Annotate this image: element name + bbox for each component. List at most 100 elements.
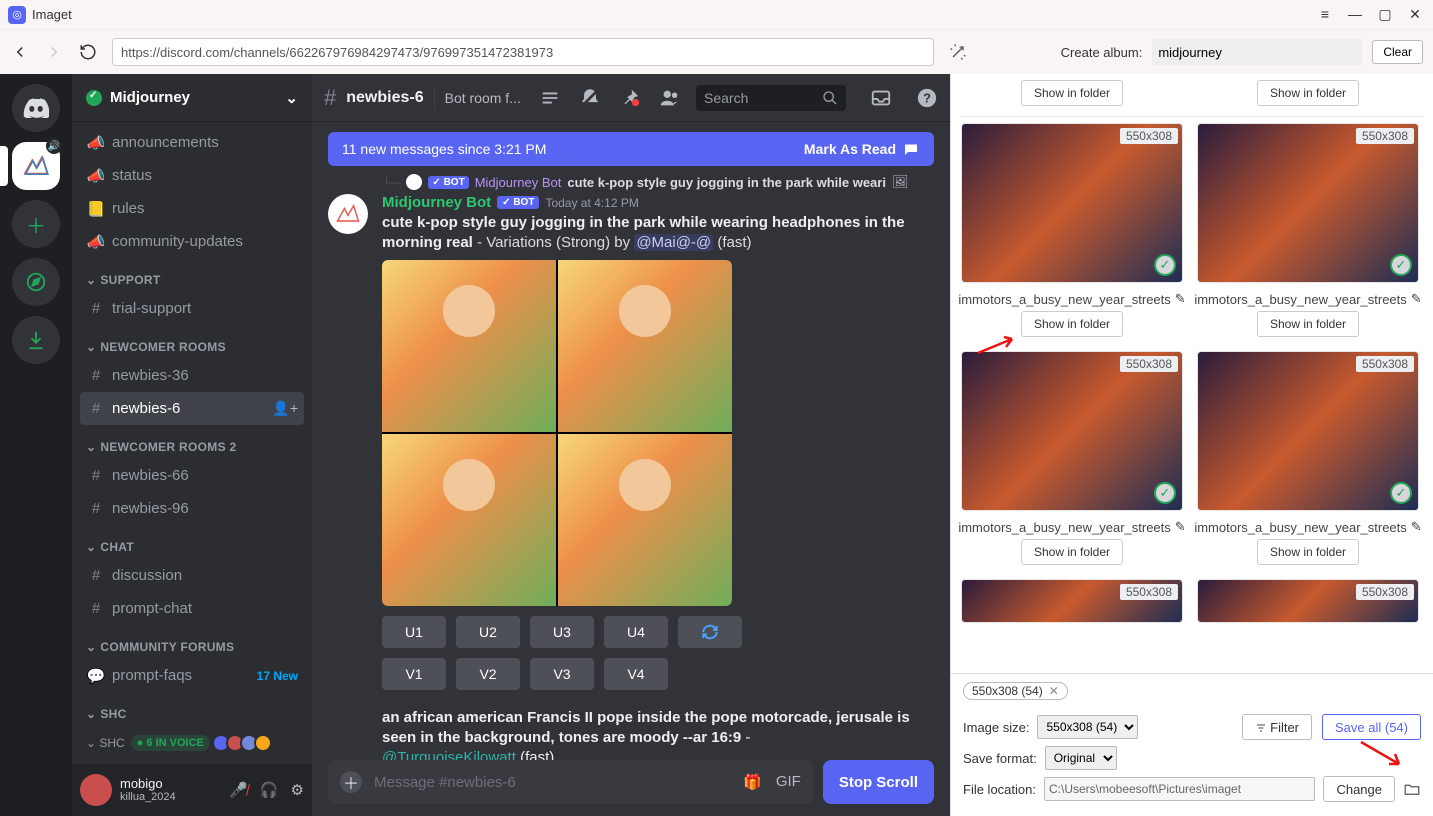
check-icon[interactable]: ✓ <box>1390 254 1412 276</box>
category-header[interactable]: ⌄NEWCOMER ROOMS <box>80 335 304 359</box>
change-button[interactable]: Change <box>1323 776 1395 802</box>
threads-icon[interactable] <box>539 87 561 109</box>
notification-mute-icon[interactable] <box>579 87 601 109</box>
user-mention[interactable]: @Mai@-@ <box>634 234 713 251</box>
file-location-input[interactable] <box>1044 777 1315 801</box>
gif-icon[interactable]: GIF <box>776 773 801 791</box>
mark-as-read[interactable]: Mark As Read <box>804 141 896 157</box>
user-mention-2[interactable]: @TurquoiseKilowatt <box>382 749 516 760</box>
channel-announcements[interactable]: 📣announcements <box>80 126 304 159</box>
channel-rules[interactable]: 📒rules <box>80 192 304 225</box>
image-size-select[interactable]: 550x308 (54) <box>1037 715 1138 739</box>
mic-mute-icon[interactable]: 🎤̸ <box>229 781 248 799</box>
explore-button[interactable] <box>12 258 60 306</box>
check-icon[interactable]: ✓ <box>1154 254 1176 276</box>
filter-button[interactable]: Filter <box>1242 714 1313 740</box>
thumbnail-image[interactable]: 550x308✓ <box>961 123 1183 283</box>
forward-button[interactable] <box>44 42 64 62</box>
edit-icon[interactable]: ✎ <box>1411 291 1422 307</box>
channel-newbies-36[interactable]: #newbies-36 <box>80 359 304 392</box>
check-icon[interactable]: ✓ <box>1154 482 1176 504</box>
midjourney-server-button[interactable]: 🔊 <box>12 142 60 190</box>
image-grid[interactable] <box>382 260 732 606</box>
reroll-button[interactable] <box>678 616 742 648</box>
thumbnail-image[interactable]: 550x308✓ <box>1197 351 1419 511</box>
show-in-folder-button[interactable]: Show in folder <box>1021 80 1123 106</box>
settings-gear-icon[interactable]: ⚙ <box>291 781 304 799</box>
close-button[interactable]: ✕ <box>1405 6 1425 23</box>
upscale-U1[interactable]: U1 <box>382 616 446 648</box>
check-icon[interactable]: ✓ <box>1390 482 1412 504</box>
download-button[interactable] <box>12 316 60 364</box>
headphones-icon[interactable]: 🎧 <box>260 781 279 799</box>
channel-trial-support[interactable]: #trial-support <box>80 292 304 325</box>
variation-V4[interactable]: V4 <box>604 658 668 690</box>
pin-icon[interactable] <box>619 87 641 109</box>
channel-newbies-96[interactable]: #newbies-96 <box>80 492 304 525</box>
show-in-folder-button[interactable]: Show in folder <box>1021 539 1123 565</box>
show-in-folder-button[interactable]: Show in folder <box>1257 539 1359 565</box>
maximize-button[interactable]: ▢ <box>1375 6 1395 23</box>
minimize-button[interactable]: — <box>1345 6 1365 23</box>
category-header[interactable]: ⌄NEWCOMER ROOMS 2 <box>80 435 304 459</box>
save-format-select[interactable]: Original <box>1045 746 1117 770</box>
save-all-button[interactable]: Save all (54) <box>1322 714 1421 740</box>
variation-V2[interactable]: V2 <box>456 658 520 690</box>
chat-body[interactable]: 11 new messages since 3:21 PM Mark As Re… <box>312 122 950 760</box>
thumbnail-image[interactable]: 550x308✓ <box>961 351 1183 511</box>
message-author[interactable]: Midjourney Bot <box>382 194 491 211</box>
upscale-U3[interactable]: U3 <box>530 616 594 648</box>
size-chip[interactable]: 550x308 (54)✕ <box>963 682 1068 700</box>
edit-icon[interactable]: ✎ <box>1175 519 1186 535</box>
show-in-folder-button[interactable]: Show in folder <box>1021 311 1123 337</box>
upscale-U2[interactable]: U2 <box>456 616 520 648</box>
variation-V3[interactable]: V3 <box>530 658 594 690</box>
inbox-icon[interactable] <box>870 87 892 109</box>
album-input[interactable] <box>1152 39 1362 65</box>
members-icon[interactable] <box>659 87 681 109</box>
url-bar[interactable]: https://discord.com/channels/66226797698… <box>112 38 934 66</box>
user-avatar[interactable] <box>80 774 112 806</box>
upscale-U4[interactable]: U4 <box>604 616 668 648</box>
channel-discussion[interactable]: #discussion <box>80 559 304 592</box>
stop-scroll-button[interactable]: Stop Scroll <box>823 760 934 804</box>
message-input[interactable]: ＋ Message #newbies-6 🎁 GIF <box>328 760 813 804</box>
chip-close-icon[interactable]: ✕ <box>1049 684 1059 698</box>
show-in-folder-button[interactable]: Show in folder <box>1257 80 1359 106</box>
add-server-button[interactable]: ＋ <box>12 200 60 248</box>
hamburger-icon[interactable]: ≡ <box>1315 6 1335 23</box>
category-header[interactable]: ⌄COMMUNITY FORUMS <box>80 635 304 659</box>
clear-button[interactable]: Clear <box>1372 40 1423 64</box>
wand-icon[interactable] <box>948 42 968 62</box>
thumbnail-image[interactable]: 550x308 <box>961 579 1183 623</box>
thumbnail-image[interactable]: 550x308 <box>1197 579 1419 623</box>
help-icon[interactable]: ? <box>916 87 938 109</box>
server-header[interactable]: Midjourney ⌄ <box>72 74 312 122</box>
thumbnail-image[interactable]: 550x308✓ <box>1197 123 1419 283</box>
channel-status[interactable]: 📣status <box>80 159 304 192</box>
new-messages-bar[interactable]: 11 new messages since 3:21 PM Mark As Re… <box>328 132 934 166</box>
bot-avatar[interactable] <box>328 194 368 234</box>
channel-newbies-6[interactable]: #newbies-6👤+ <box>80 392 304 425</box>
channel-prompt-chat[interactable]: #prompt-chat <box>80 592 304 625</box>
search-box[interactable]: Search <box>696 85 846 111</box>
channel-community-updates[interactable]: 📣community-updates <box>80 225 304 258</box>
voice-indicator[interactable]: ⌄ SHC● 6 IN VOICE <box>80 734 304 752</box>
category-header[interactable]: ⌄SHC <box>80 702 304 726</box>
edit-icon[interactable]: ✎ <box>1411 519 1422 535</box>
add-person-icon[interactable]: 👤+ <box>272 400 298 417</box>
category-header[interactable]: ⌄SUPPORT <box>80 268 304 292</box>
gift-icon[interactable]: 🎁 <box>743 773 762 791</box>
channel-newbies-66[interactable]: #newbies-66 <box>80 459 304 492</box>
thumbnail-area[interactable]: Show in folder Show in folder 550x308✓ i… <box>951 74 1433 673</box>
reply-reference[interactable]: └─ ✓ BOT Midjourney Bot cute k-pop style… <box>382 174 934 190</box>
discord-home-button[interactable] <box>12 84 60 132</box>
edit-icon[interactable]: ✎ <box>1175 291 1186 307</box>
category-header[interactable]: ⌄CHAT <box>80 535 304 559</box>
channel-prompt-faqs[interactable]: 💬prompt-faqs17 New <box>80 659 304 692</box>
attach-plus-icon[interactable]: ＋ <box>340 771 362 793</box>
reload-button[interactable] <box>78 42 98 62</box>
back-button[interactable] <box>10 42 30 62</box>
folder-icon[interactable] <box>1403 780 1421 798</box>
show-in-folder-button[interactable]: Show in folder <box>1257 311 1359 337</box>
